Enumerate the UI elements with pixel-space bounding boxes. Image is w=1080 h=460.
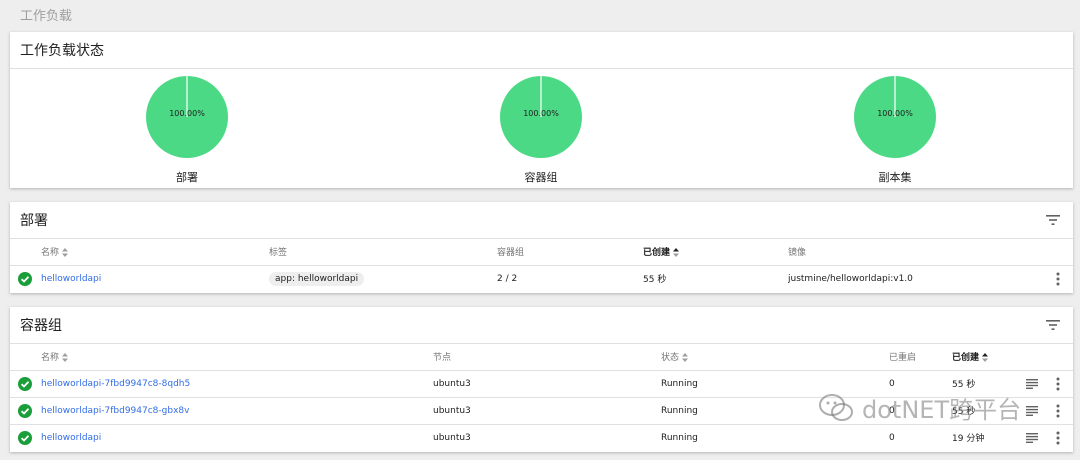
filter-icon[interactable] [1045,318,1061,332]
pod-name-link[interactable]: helloworldapi-7fbd9947c8-gbx8v [41,406,189,416]
column-header-status[interactable]: 状态 [661,344,889,371]
restart-count: 0 [889,397,952,425]
table-row: helloworldapi-7fbd9947c8-gbx8v ubuntu3 R… [10,397,1073,425]
check-circle-icon [18,430,32,445]
more-vert-icon[interactable] [1056,272,1060,286]
logs-icon[interactable] [1026,405,1038,416]
sort-desc-icon [673,248,680,258]
table-row: helloworldapi-7fbd9947c8-8qdh5 ubuntu3 R… [10,370,1073,398]
deployment-name-link[interactable]: helloworldapi [41,274,101,284]
pod-name-link[interactable]: helloworldapi-7fbd9947c8-8qdh5 [41,379,190,389]
card-title: 部署 [20,213,48,229]
table-row: helloworldapi ubuntu3 Running 0 19 分钟 [10,424,1073,451]
card-title: 容器组 [20,318,62,334]
column-header-name[interactable]: 名称 [41,239,269,266]
pod-name-link[interactable]: helloworldapi [41,433,101,443]
pie-deployments[interactable]: 100.00% 部署 [145,75,229,185]
check-circle-icon [18,403,32,418]
pods-table: 名称 节点 状态 已重启 已创建 helloworldapi-7fbd9947c… [10,344,1073,451]
table-header-row: 名称 标签 容器组 已创建 镜像 [10,239,1073,266]
more-vert-icon[interactable] [1056,431,1060,445]
column-header-restarts: 已重启 [889,344,952,371]
node-name: ubuntu3 [433,370,661,398]
pie-percent: 100.00% [523,109,559,118]
pie-label: 副本集 [878,171,912,184]
created-age: 55 秒 [643,275,667,286]
column-header-name[interactable]: 名称 [41,344,433,371]
restart-count: 0 [889,370,952,398]
workload-status-card: 工作负载状态 100.00% 部署 100.00% 容器组 100.00% 副本… [10,32,1073,188]
pod-status: Running [661,432,698,443]
column-header-image: 镜像 [788,239,1043,266]
card-header: 容器组 [10,307,1073,344]
deployments-card: 部署 名称 标签 容器组 已创建 镜像 helloworldapi app: h… [10,202,1073,293]
pods-count: 2 / 2 [497,273,518,284]
node-name: ubuntu3 [433,397,661,425]
pie-replica-sets[interactable]: 100.00% 副本集 [853,75,937,185]
column-header-created[interactable]: 已创建 [643,239,788,266]
image-name: justmine/helloworldapi:v1.0 [788,273,913,284]
restart-count: 0 [889,432,895,443]
more-vert-icon[interactable] [1056,404,1060,418]
column-header-node: 节点 [433,344,661,371]
table-header-row: 名称 节点 状态 已重启 已创建 [10,344,1073,371]
logs-icon[interactable] [1026,432,1038,443]
column-header-labels: 标签 [269,239,497,266]
sort-icon [62,353,69,363]
label-chip: app: helloworldapi [269,271,365,286]
sort-desc-icon [982,353,989,363]
check-circle-icon [18,376,32,391]
filter-icon[interactable] [1045,213,1061,227]
pod-status: Running [661,370,889,398]
pie-pods[interactable]: 100.00% 容器组 [499,75,583,185]
pods-card: 容器组 名称 节点 状态 已重启 已创建 helloworldapi-7fbd9… [10,307,1073,452]
pie-charts: 100.00% 部署 100.00% 容器组 100.00% 副本集 [10,69,1073,187]
breadcrumb: 工作负载 [20,9,73,24]
node-name: ubuntu3 [433,432,471,443]
pie-label: 容器组 [524,171,558,184]
sort-icon [62,248,69,258]
pod-status: Running [661,397,889,425]
created-age: 55 秒 [952,370,1021,398]
card-header: 工作负载状态 [10,32,1073,69]
pie-label: 部署 [176,171,198,184]
column-header-pods: 容器组 [497,239,643,266]
created-age: 19 分钟 [952,434,985,445]
pie-percent: 100.00% [877,109,913,118]
card-header: 部署 [10,202,1073,239]
table-row: helloworldapi app: helloworldapi 2 / 2 5… [10,265,1073,292]
pie-percent: 100.00% [169,109,205,118]
created-age: 55 秒 [952,397,1021,425]
logs-icon[interactable] [1026,378,1038,389]
card-title: 工作负载状态 [20,43,104,59]
more-vert-icon[interactable] [1056,377,1060,391]
deployments-table: 名称 标签 容器组 已创建 镜像 helloworldapi app: hell… [10,239,1073,292]
sort-icon [682,353,689,363]
check-circle-icon [18,271,32,286]
column-header-created[interactable]: 已创建 [952,344,1021,371]
